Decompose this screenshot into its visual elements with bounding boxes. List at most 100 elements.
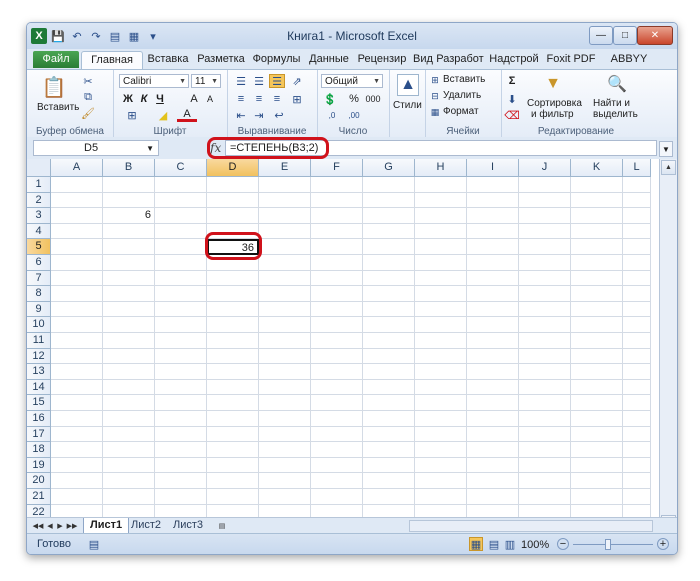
cell-h21[interactable] — [415, 489, 467, 505]
cell-j19[interactable] — [519, 457, 571, 474]
zoom-slider-thumb[interactable] — [605, 539, 611, 550]
cell-d17[interactable] — [207, 426, 259, 443]
cell-e17[interactable] — [259, 426, 311, 443]
cell-b16[interactable] — [103, 411, 155, 427]
cell-j15[interactable] — [519, 395, 571, 411]
cell-k19[interactable] — [571, 457, 623, 474]
cell-k4[interactable] — [571, 223, 623, 240]
cell-i19[interactable] — [467, 457, 519, 474]
tab-abbyy-pdf[interactable]: ABBYY PDF — [600, 51, 658, 68]
cell-i11[interactable] — [467, 333, 519, 349]
cell-h17[interactable] — [415, 426, 467, 443]
cell-e12[interactable] — [259, 348, 311, 365]
cut-icon[interactable]: ✂ — [81, 74, 95, 88]
cell-j13[interactable] — [519, 364, 571, 380]
cell-j14[interactable] — [519, 379, 571, 396]
cell-l14[interactable] — [623, 379, 651, 396]
cell-g15[interactable] — [363, 395, 415, 411]
font-size-combo[interactable]: 11 ▼ — [191, 74, 221, 88]
cell-f13[interactable] — [311, 364, 363, 380]
cell-e13[interactable] — [259, 364, 311, 380]
cell-c19[interactable] — [155, 457, 207, 474]
cell-k8[interactable] — [571, 286, 623, 302]
cell-k14[interactable] — [571, 379, 623, 396]
cell-c2[interactable] — [155, 192, 207, 209]
cell-k15[interactable] — [571, 395, 623, 411]
sort-filter-label-1[interactable]: Сортировка — [527, 98, 582, 109]
find-binoculars-icon[interactable]: 🔍 — [605, 72, 629, 96]
cell-h20[interactable] — [415, 473, 467, 489]
paste-label[interactable]: Вставить — [37, 102, 79, 113]
cell-h9[interactable] — [415, 301, 467, 318]
tab-review[interactable]: Рецензир — [354, 51, 410, 68]
zoom-level[interactable]: 100% — [521, 539, 549, 551]
cell-l7[interactable] — [623, 270, 651, 287]
cell-g9[interactable] — [363, 301, 415, 318]
cell-g3[interactable] — [363, 208, 415, 224]
zoom-slider-track[interactable] — [573, 544, 653, 545]
cell-h18[interactable] — [415, 442, 467, 458]
cell-c20[interactable] — [155, 473, 207, 489]
cell-i4[interactable] — [467, 223, 519, 240]
tab-file[interactable]: Файл — [33, 51, 79, 68]
cell-f16[interactable] — [311, 411, 363, 427]
cell-g19[interactable] — [363, 457, 415, 474]
cell-f14[interactable] — [311, 379, 363, 396]
cell-a3[interactable] — [51, 208, 103, 224]
horizontal-scrollbar[interactable] — [409, 520, 653, 532]
cell-j12[interactable] — [519, 348, 571, 365]
cell-f7[interactable] — [311, 270, 363, 287]
cell-c17[interactable] — [155, 426, 207, 443]
minimize-button[interactable]: — — [589, 26, 613, 45]
row-header-16[interactable]: 16 — [27, 411, 51, 427]
align-top-icon[interactable]: ☰ — [233, 74, 249, 88]
last-sheet-icon[interactable]: ▶▶ — [67, 520, 78, 532]
cell-b18[interactable] — [103, 442, 155, 458]
row-header-12[interactable]: 12 — [27, 348, 51, 365]
cell-e19[interactable] — [259, 457, 311, 474]
row-header-19[interactable]: 19 — [27, 457, 51, 474]
cell-k7[interactable] — [571, 270, 623, 287]
cell-i8[interactable] — [467, 286, 519, 302]
tab-developer[interactable]: Разработ — [435, 51, 485, 68]
row-header-17[interactable]: 17 — [27, 426, 51, 443]
cell-h7[interactable] — [415, 270, 467, 287]
cell-j9[interactable] — [519, 301, 571, 318]
cell-k18[interactable] — [571, 442, 623, 458]
row-header-21[interactable]: 21 — [27, 489, 51, 505]
currency-icon[interactable]: 💲 — [321, 92, 339, 106]
cell-e1[interactable] — [259, 177, 311, 193]
sheet-tab-3[interactable]: Лист3 — [167, 518, 209, 533]
cell-a14[interactable] — [51, 379, 103, 396]
row-header-11[interactable]: 11 — [27, 333, 51, 349]
select-all-corner[interactable] — [27, 159, 51, 177]
cell-a19[interactable] — [51, 457, 103, 474]
cell-k11[interactable] — [571, 333, 623, 349]
delete-cells-label[interactable]: Удалить — [443, 90, 481, 101]
tab-addins[interactable]: Надстрой — [486, 51, 542, 68]
column-header-j[interactable]: J — [519, 159, 571, 177]
cell-j16[interactable] — [519, 411, 571, 427]
cell-c5[interactable] — [155, 239, 207, 255]
cell-k20[interactable] — [571, 473, 623, 489]
cell-a15[interactable] — [51, 395, 103, 411]
cell-k1[interactable] — [571, 177, 623, 193]
cell-b2[interactable] — [103, 192, 155, 209]
copy-icon[interactable]: ⧉ — [81, 90, 95, 104]
align-left-icon[interactable]: ≡ — [233, 92, 249, 106]
cell-l4[interactable] — [623, 223, 651, 240]
cell-f19[interactable] — [311, 457, 363, 474]
orientation-icon[interactable]: ⇗ — [289, 74, 305, 88]
cell-f17[interactable] — [311, 426, 363, 443]
maximize-button[interactable]: □ — [613, 26, 637, 45]
cell-c4[interactable] — [155, 223, 207, 240]
cell-e3[interactable] — [259, 208, 311, 224]
cell-c8[interactable] — [155, 286, 207, 302]
cell-k3[interactable] — [571, 208, 623, 224]
merge-cells-icon[interactable]: ⊞ — [289, 92, 305, 106]
decrease-decimal-icon[interactable]: ,00 — [345, 108, 363, 122]
column-header-a[interactable]: A — [51, 159, 103, 177]
cell-h13[interactable] — [415, 364, 467, 380]
cell-g13[interactable] — [363, 364, 415, 380]
column-header-d[interactable]: D — [207, 159, 259, 177]
